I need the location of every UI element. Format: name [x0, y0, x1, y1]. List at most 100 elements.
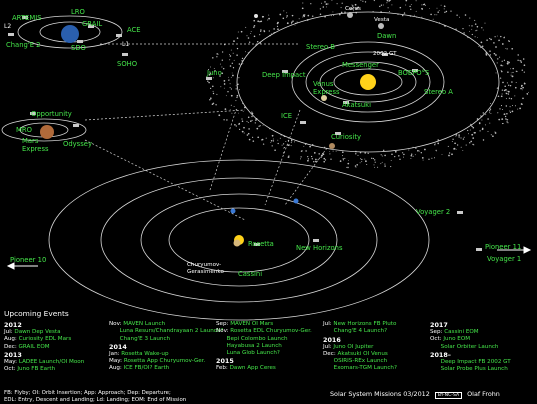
asteroid-dot: [421, 157, 424, 159]
event-text: Juno OI Jupiter: [333, 343, 374, 350]
asteroid-dot: [462, 138, 465, 140]
event-date: [216, 336, 227, 342]
asteroid-dot: [270, 139, 273, 142]
asteroid-dot: [504, 113, 506, 115]
asteroid-dot: [360, 0, 362, 1]
asteroid-dot: [227, 76, 229, 78]
asteroid-dot: [464, 14, 467, 16]
asteroid-dot: [233, 40, 235, 42]
asteroid-dot: [420, 152, 422, 154]
event-text: Chang'E 4 Launch?: [333, 328, 388, 335]
asteroid-dot: [505, 98, 507, 100]
asteroid-dot: [290, 145, 292, 147]
asteroid-dot: [241, 103, 243, 105]
event-text: Solar Orbiter Launch: [440, 343, 499, 350]
asteroid-dot: [268, 14, 270, 16]
asteroid-dot: [409, 5, 411, 8]
asteroid-dot: [463, 136, 465, 138]
events-column: 2017 Sep: Cassini EOM Oct: Juno EOM Solar …: [430, 321, 511, 373]
event-row: Jul: New Horizons FB Pluto: [323, 321, 397, 328]
asteroid-dot: [272, 138, 274, 140]
asteroid-dot: [503, 123, 504, 124]
asteroid-dot: [300, 156, 302, 158]
asteroid-dot: [510, 68, 512, 70]
asteroid-dot: [490, 38, 492, 41]
event-row: Hayabusa 2 Launch: [216, 343, 312, 350]
asteroid-dot: [474, 36, 476, 38]
asteroid-dot: [384, 165, 386, 167]
label-curiosity: Curiosity: [331, 133, 361, 141]
asteroid-dot: [482, 139, 485, 141]
asteroid-dot: [274, 149, 276, 151]
asteroid-dot: [243, 126, 245, 129]
asteroid-dot: [310, 3, 312, 5]
asteroid-dot: [224, 108, 227, 110]
author: Olaf Frohn: [467, 390, 500, 398]
asteroid-dot: [221, 59, 223, 61]
asteroid-dot: [311, 158, 313, 160]
asteroid-dot: [307, 156, 309, 158]
label-churyumov: Churyumov-Gerasimenko: [187, 262, 224, 275]
asteroid-dot: [251, 119, 253, 121]
asteroid-dot: [209, 99, 211, 101]
asteroid-dot: [448, 154, 450, 157]
asteroid-dot: [519, 107, 521, 110]
asteroid-dot: [298, 18, 300, 20]
asteroid-dot: [521, 84, 523, 87]
event-text: LADEE Launch/OI Moon: [18, 358, 85, 365]
spacecraft-icon: [8, 33, 14, 36]
asteroid-dot: [253, 19, 256, 22]
license-badge: BY-NC-SA: [434, 392, 463, 399]
asteroid-dot: [430, 13, 432, 16]
upcoming-events-header: Upcoming Events: [4, 309, 69, 318]
asteroid-dot: [506, 112, 508, 115]
asteroid-dot: [509, 110, 511, 112]
asteroid-dot: [318, 153, 320, 155]
asteroid-dot: [207, 80, 209, 82]
asteroid-dot: [374, 161, 376, 163]
asteroid-dot: [262, 16, 265, 18]
asteroid-dot: [304, 14, 306, 16]
asteroid-dot: [504, 115, 507, 118]
event-date: [430, 359, 441, 365]
label-sdo: SDO: [71, 44, 86, 52]
asteroid-dot: [474, 132, 476, 134]
asteroid-dot: [250, 120, 252, 122]
asteroid-dot: [270, 33, 272, 35]
asteroid-dot: [253, 26, 255, 28]
event-text: Rosetta EDL Churyumov-Ger.: [230, 328, 312, 335]
asteroid-dot: [521, 69, 524, 71]
asteroid-dot: [302, 16, 304, 18]
asteroid-dot: [380, 154, 382, 156]
asteroid-dot: [290, 23, 293, 25]
asteroid-dot: [359, 162, 361, 164]
asteroid-dot: [443, 8, 445, 10]
asteroid-dot: [382, 4, 384, 6]
asteroid-dot: [493, 52, 496, 55]
event-date: Nov:: [109, 321, 124, 327]
asteroid-dot: [246, 134, 249, 136]
asteroid-dot: [500, 70, 502, 72]
asteroid-dot: [474, 19, 476, 21]
asteroid-dot: [319, 8, 322, 10]
asteroid-dot: [462, 28, 464, 30]
asteroid-dot: [231, 62, 233, 64]
asteroid-dot: [463, 32, 465, 34]
asteroid-dot: [216, 93, 218, 95]
asteroid-dot: [282, 143, 285, 145]
asteroid-dot: [294, 24, 296, 26]
asteroid-dot: [261, 138, 264, 141]
asteroid-dot: [354, 165, 357, 167]
asteroid-dot: [424, 148, 426, 151]
event-date: Aug:: [4, 336, 19, 343]
asteroid-dot: [494, 36, 496, 38]
footer: Solar System Missions 03/2012 BY-NC-SA O…: [330, 390, 500, 399]
asteroid-dot: [247, 132, 250, 135]
asteroid-dot: [251, 111, 253, 113]
asteroid-dot: [508, 61, 510, 64]
asteroid-dot: [401, 14, 404, 17]
asteroid-dot: [482, 112, 484, 114]
asteroid-dot: [384, 163, 386, 165]
asteroid-dot: [410, 3, 412, 5]
asteroid-dot: [489, 108, 492, 110]
